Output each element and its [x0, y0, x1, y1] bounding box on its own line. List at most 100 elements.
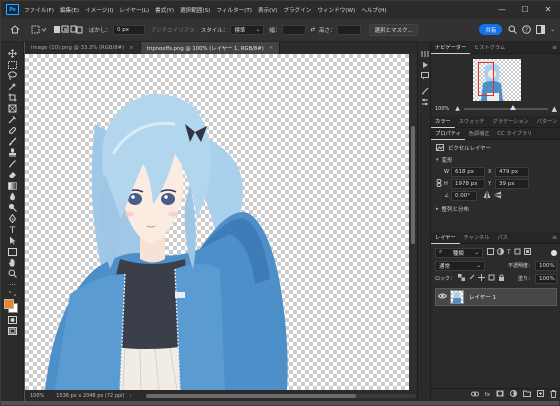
menu-plugins[interactable]: プラグイン — [283, 6, 311, 14]
width-field[interactable]: 618 px — [451, 166, 485, 177]
quick-mask-icon[interactable] — [1, 314, 24, 325]
filter-toggle-icon[interactable] — [551, 249, 557, 256]
lasso-tool-icon[interactable] — [1, 70, 24, 81]
lock-all-icon[interactable] — [498, 274, 505, 283]
object-selection-icon[interactable] — [1, 81, 24, 92]
layer-mask-icon[interactable] — [496, 390, 504, 399]
tab-channels[interactable]: チャンネル — [460, 232, 494, 244]
crop-tool-icon[interactable] — [1, 92, 24, 103]
status-arrow-icon[interactable]: › — [130, 393, 132, 399]
navigator-zoom-slider[interactable] — [463, 104, 548, 110]
layer-row[interactable]: レイヤー 1 — [435, 288, 557, 306]
screen-mode-icon[interactable] — [1, 325, 24, 336]
zoom-tool-icon[interactable] — [1, 268, 24, 279]
feather-input[interactable]: 0 px — [113, 24, 146, 35]
path-selection-icon[interactable] — [1, 235, 24, 246]
gradient-tool-icon[interactable] — [1, 180, 24, 191]
tab-gradients[interactable]: グラデーション — [489, 116, 533, 128]
scrollbar-thumb[interactable] — [411, 126, 415, 244]
menu-window[interactable]: ウィンドウ(W) — [317, 6, 355, 14]
tab-histogram[interactable]: ヒストグラム — [470, 42, 509, 54]
layer-name[interactable]: レイヤー 1 — [469, 293, 496, 301]
status-zoom[interactable]: 100% — [30, 393, 44, 399]
width-input[interactable] — [282, 24, 307, 35]
zoom-in-icon[interactable]: ▲ — [552, 105, 557, 113]
lock-position-icon[interactable] — [478, 274, 486, 283]
blend-mode-select[interactable]: 通常 ⌄ — [435, 260, 485, 271]
brush-settings-icon[interactable] — [418, 85, 432, 96]
flip-horizontal-icon[interactable] — [483, 190, 491, 201]
y-field[interactable]: 39 px — [495, 178, 529, 189]
document-canvas[interactable] — [25, 54, 409, 390]
menu-help[interactable]: ヘルプ(H) — [361, 6, 386, 14]
menu-type[interactable]: 書式(Y) — [155, 6, 174, 14]
lock-transparency-icon[interactable] — [458, 274, 466, 283]
frame-tool-icon[interactable] — [1, 103, 24, 114]
marquee-tool-preset-icon[interactable] — [31, 24, 47, 36]
close-icon[interactable]: × — [129, 45, 133, 51]
horizontal-scrollbar[interactable] — [145, 393, 416, 398]
fill-input[interactable]: 100% — [535, 273, 557, 284]
brush-tool-icon[interactable] — [1, 136, 24, 147]
more-tools-icon[interactable]: ··· — [1, 279, 24, 290]
layer-filter-select[interactable]: ⌕ 種類 ⌄ — [435, 247, 483, 258]
type-tool-icon[interactable]: T — [1, 224, 24, 235]
help-icon[interactable]: ? — [522, 24, 532, 36]
lock-pixels-icon[interactable] — [468, 274, 475, 283]
horizontal-scrollbar-thumb[interactable] — [145, 393, 356, 398]
style-select[interactable]: 標準 ⌄ — [230, 24, 265, 35]
tab-document-image10[interactable]: image (10).png @ 33.3% (RGB/8#) × — [25, 42, 141, 54]
adjust-panel-icon[interactable] — [418, 96, 432, 107]
selection-mode-icons[interactable] — [53, 24, 83, 36]
new-layer-icon[interactable] — [537, 390, 544, 399]
share-button[interactable]: 共有 — [479, 24, 503, 35]
menu-filter[interactable]: フィルター(T) — [216, 6, 252, 14]
history-brush-icon[interactable] — [1, 158, 24, 169]
menu-edit[interactable]: 編集(E) — [60, 6, 79, 14]
tab-adjustments[interactable]: 色調補正 — [465, 128, 494, 140]
menu-layer[interactable]: レイヤー(L) — [119, 6, 149, 14]
tab-color[interactable]: カラー — [431, 116, 455, 128]
tab-layers[interactable]: レイヤー — [431, 232, 460, 244]
folder-icon[interactable] — [523, 390, 531, 399]
antialias-label[interactable]: アンチエイリアス — [151, 24, 195, 36]
search-icon[interactable] — [508, 24, 518, 36]
spot-healing-icon[interactable] — [1, 125, 24, 136]
dropdown-chevron-icon[interactable]: ⌄ — [550, 24, 555, 36]
menu-select[interactable]: 選択範囲(S) — [180, 6, 210, 14]
tab-patterns[interactable]: パターン — [533, 116, 560, 128]
pen-tool-icon[interactable] — [1, 213, 24, 224]
lock-artboard-icon[interactable] — [488, 274, 495, 283]
fx-icon[interactable]: fx — [485, 392, 490, 398]
transform-heading-row[interactable]: ▾ 変形 — [436, 155, 556, 165]
swap-dimensions-icon[interactable]: ⇄ — [310, 24, 315, 36]
filter-pixel-icon[interactable] — [487, 248, 494, 257]
height-field[interactable]: 1978 px — [451, 178, 485, 189]
maximize-button[interactable]: ☐ — [514, 1, 536, 18]
move-tool-icon[interactable] — [1, 48, 24, 59]
panel-menu-icon[interactable]: ≡ — [552, 234, 557, 241]
filter-shape-icon[interactable] — [514, 248, 521, 257]
dodge-tool-icon[interactable] — [1, 202, 24, 213]
workspace-icon[interactable] — [536, 24, 546, 36]
tab-cc-libraries[interactable]: CC ライブラリ — [493, 128, 536, 140]
menu-file[interactable]: ファイル(F) — [24, 6, 54, 14]
swap-colors-icon[interactable] — [1, 290, 24, 298]
filter-type-icon[interactable]: T — [507, 249, 511, 256]
eye-visibility-icon[interactable] — [436, 293, 448, 301]
tab-swatches[interactable]: スウォッチ — [455, 116, 489, 128]
x-field[interactable]: 479 px — [495, 166, 529, 177]
blur-tool-icon[interactable] — [1, 191, 24, 202]
adjustment-layer-icon[interactable] — [510, 390, 517, 399]
rectangular-marquee-icon[interactable] — [1, 59, 24, 70]
minimize-button[interactable]: — — [491, 1, 513, 18]
close-window-button[interactable]: ✕ — [537, 1, 559, 18]
eraser-icon[interactable] — [1, 169, 24, 180]
filter-adjustment-icon[interactable] — [497, 248, 504, 257]
zoom-slider-handle[interactable] — [509, 104, 516, 110]
comments-icon[interactable] — [418, 70, 432, 81]
layer-thumbnail[interactable] — [450, 290, 464, 304]
flip-vertical-icon[interactable] — [494, 191, 502, 201]
menu-image[interactable]: イメージ(I) — [85, 6, 113, 14]
canvas-area[interactable] — [25, 54, 409, 390]
